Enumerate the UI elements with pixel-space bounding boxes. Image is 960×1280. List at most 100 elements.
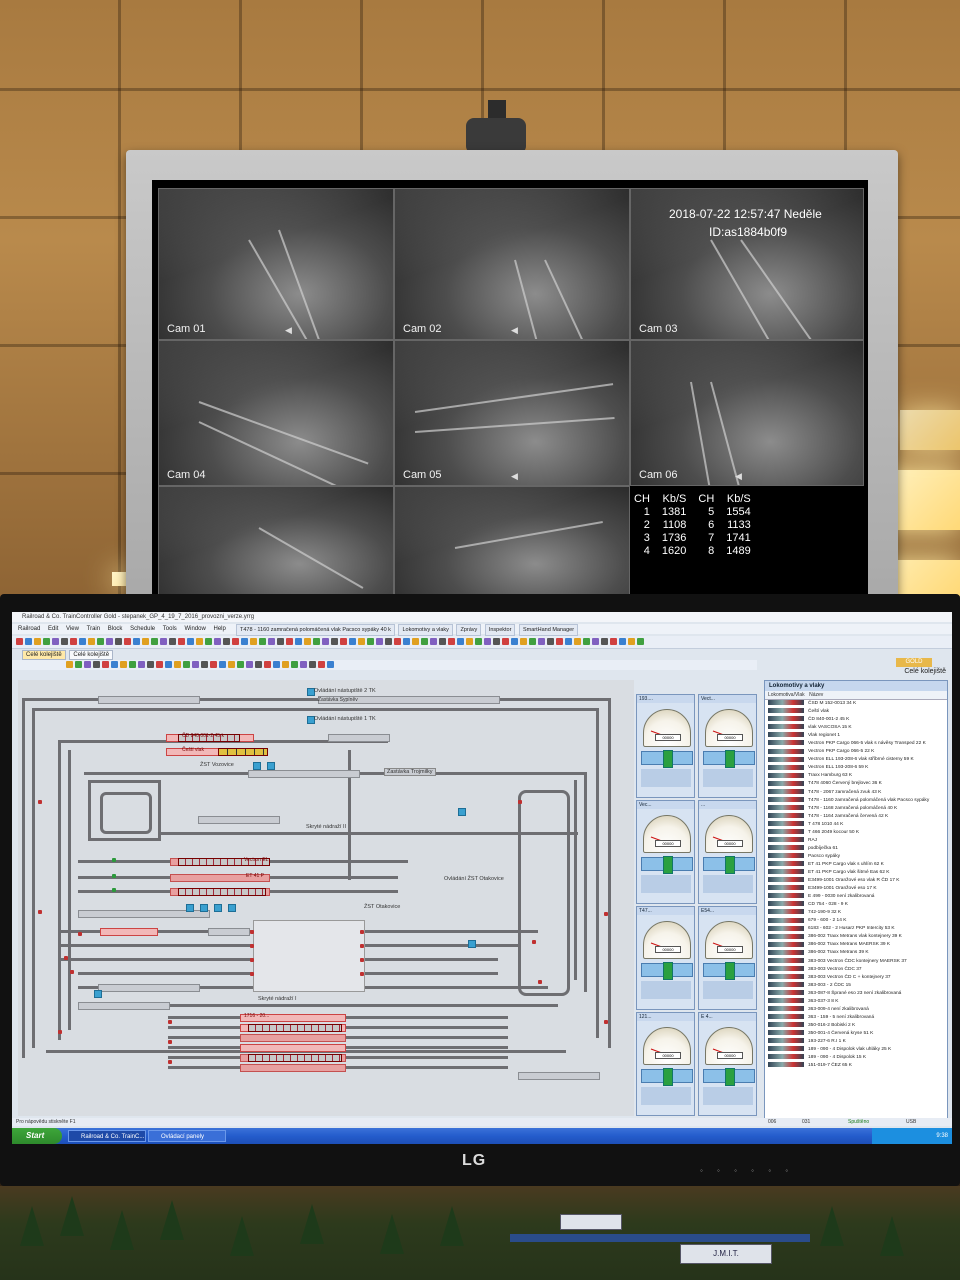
slider-knob[interactable] [725, 1068, 735, 1086]
edit-tool-button[interactable] [228, 661, 235, 668]
toolbar-button[interactable] [520, 638, 527, 645]
toolbar-button[interactable] [331, 638, 338, 645]
toolbar-button[interactable] [250, 638, 257, 645]
edit-tool-button[interactable] [174, 661, 181, 668]
function-buttons[interactable] [703, 981, 753, 999]
toolbar-button[interactable] [448, 638, 455, 645]
toolbar-button[interactable] [16, 638, 23, 645]
loco-list-item[interactable]: 363 - 159 - 5 není zkalibrovaná [765, 1014, 947, 1022]
toolbar-button[interactable] [457, 638, 464, 645]
menu-railroad[interactable]: Railroad [18, 624, 40, 634]
toolbar-button[interactable] [295, 638, 302, 645]
loco-list-item[interactable]: ČSD M 152-0013 34 K [765, 700, 947, 708]
speed-slider[interactable] [703, 1068, 755, 1086]
loco-list-item[interactable]: 189 - 090 - 4 Dispolok vlak uhláky 25 K [765, 1046, 947, 1054]
loco-list-item[interactable]: 193-227-6 R.I 1 K [765, 1038, 947, 1046]
loco-list-item[interactable]: RAJ [765, 837, 947, 845]
menu-train[interactable]: Train [87, 624, 100, 634]
function-buttons[interactable] [703, 875, 753, 893]
toolbar-button[interactable] [511, 638, 518, 645]
toolbar-button[interactable] [601, 638, 608, 645]
tab-smarthand[interactable]: SmartHand Manager [518, 624, 579, 636]
menu-help[interactable]: Help [214, 624, 226, 634]
slider-knob[interactable] [663, 856, 673, 874]
toolbar-button[interactable] [52, 638, 59, 645]
slider-knob[interactable] [663, 750, 673, 768]
toolbar-button[interactable] [43, 638, 50, 645]
toolbar-button[interactable] [529, 638, 536, 645]
edit-tool-button[interactable] [120, 661, 127, 668]
edit-tool-button[interactable] [264, 661, 271, 668]
loco-control-panel[interactable]: E54... 00000 [698, 906, 757, 1010]
edit-tool-button[interactable] [156, 661, 163, 668]
loco-list-item[interactable]: 386-002 Traxx Metrans vlak kontejnery 39… [765, 933, 947, 941]
toolbar-button[interactable] [223, 638, 230, 645]
edit-tool-button[interactable] [66, 661, 73, 668]
switchboard[interactable]: Ovládání nástupiště 2 TK Zastávka Sypíně… [18, 680, 634, 1116]
toolbar-button[interactable] [556, 638, 563, 645]
toolbar-button[interactable] [484, 638, 491, 645]
slider-knob[interactable] [725, 750, 735, 768]
function-buttons[interactable] [641, 981, 691, 999]
toolbar-button[interactable] [493, 638, 500, 645]
toolbar-button[interactable] [169, 638, 176, 645]
toolbar-button[interactable] [241, 638, 248, 645]
toolbar-button[interactable] [106, 638, 113, 645]
loco-list-item[interactable]: 742-190-9 32 K [765, 909, 947, 917]
tab-loco-list[interactable]: Lokomotivy a vlaky [398, 624, 453, 636]
loco-list-item[interactable]: 350-001-4 Červená kryse 51 K [765, 1030, 947, 1038]
doc-tab-2[interactable]: Celé kolejiště [69, 650, 114, 660]
toolbar-button[interactable] [412, 638, 419, 645]
toolbar-button[interactable] [160, 638, 167, 645]
edit-tool-button[interactable] [237, 661, 244, 668]
toolbar-button[interactable] [574, 638, 581, 645]
edit-tool-button[interactable] [165, 661, 172, 668]
loco-list-item[interactable]: 679 - 600 - 2 14 K [765, 917, 947, 925]
slider-knob[interactable] [725, 856, 735, 874]
loco-list-item[interactable]: Traxx Hamburg 63 K [765, 772, 947, 780]
tab-messages[interactable]: Zprávy [456, 624, 482, 636]
switchboard-button[interactable] [186, 904, 194, 912]
toolbar-button[interactable] [475, 638, 482, 645]
toolbar-button[interactable] [97, 638, 104, 645]
toolbar-button[interactable] [340, 638, 347, 645]
toolbar-button[interactable] [232, 638, 239, 645]
speed-slider[interactable] [703, 962, 755, 980]
edit-tool-button[interactable] [183, 661, 190, 668]
edit-tool-button[interactable] [273, 661, 280, 668]
loco-list-item[interactable]: E 499 - 0030 není zkalibrovaná [765, 893, 947, 901]
loco-list-item[interactable]: Vlak regionet 1 [765, 732, 947, 740]
edit-tool-button[interactable] [318, 661, 325, 668]
start-button[interactable]: Start [12, 1128, 62, 1144]
toolbar-button[interactable] [70, 638, 77, 645]
loco-control-panel[interactable]: T47... 00000 [636, 906, 695, 1010]
toolbar-button[interactable] [304, 638, 311, 645]
loco-control-panel[interactable]: Vect... 00000 [698, 694, 757, 798]
edit-tool-button[interactable] [192, 661, 199, 668]
loco-list-item[interactable]: 6183 - 602 - 2 Husarz PKP Intercity 53 K [765, 925, 947, 933]
slider-knob[interactable] [725, 962, 735, 980]
loco-list-item[interactable]: ČD 840-001-2 45 K [765, 716, 947, 724]
toolbar-button[interactable] [619, 638, 626, 645]
function-buttons[interactable] [641, 769, 691, 787]
menu-tools[interactable]: Tools [163, 624, 177, 634]
toolbar-button[interactable] [583, 638, 590, 645]
loco-control-panel[interactable]: ... 00000 [698, 800, 757, 904]
switchboard-button[interactable] [253, 762, 261, 770]
toolbar-button[interactable] [358, 638, 365, 645]
toolbar-button[interactable] [376, 638, 383, 645]
toolbar-button[interactable] [610, 638, 617, 645]
edit-tool-button[interactable] [300, 661, 307, 668]
loco-list-item[interactable]: vlak VASCOSA 15 K [765, 724, 947, 732]
toolbar-button[interactable] [385, 638, 392, 645]
slider-knob[interactable] [663, 962, 673, 980]
speed-slider[interactable] [703, 750, 755, 768]
edit-tool-button[interactable] [138, 661, 145, 668]
edit-tool-button[interactable] [102, 661, 109, 668]
toolbar-button[interactable] [268, 638, 275, 645]
loco-list-item[interactable]: 363-037-3 8 K [765, 997, 947, 1006]
switchboard-button[interactable] [214, 904, 222, 912]
switchboard-button[interactable] [94, 990, 102, 998]
loco-list-item[interactable]: T478 - 1168 zamračená polomáčená 40 K [765, 804, 947, 813]
edit-tool-button[interactable] [210, 661, 217, 668]
